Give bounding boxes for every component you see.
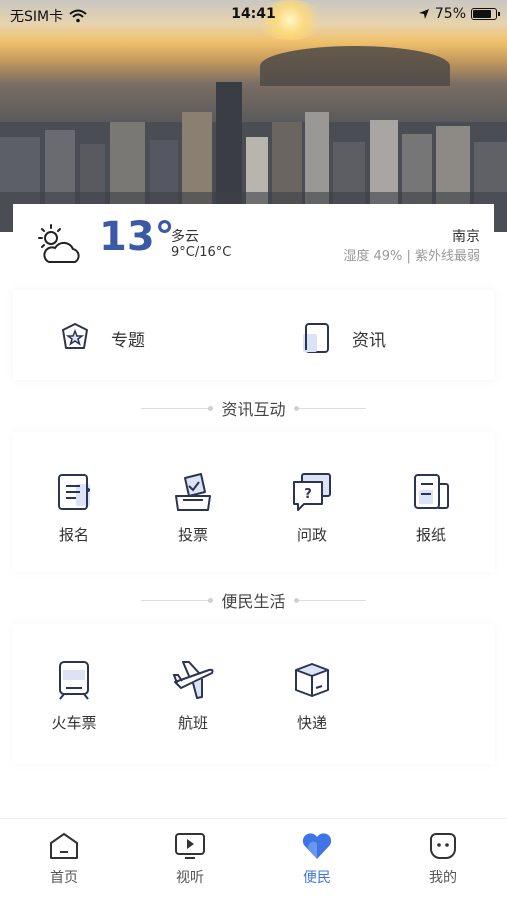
tab-label: 视听 — [176, 870, 204, 886]
grid-item-train-ticket[interactable]: 火车票 — [29, 658, 119, 733]
video-play-icon — [175, 833, 205, 859]
topic-label: 资讯 — [352, 330, 386, 351]
train-icon — [59, 661, 89, 700]
cloudy-sun-icon — [38, 224, 80, 263]
divider-line — [293, 597, 366, 603]
temperature-value: 13° — [99, 214, 175, 260]
tab-profile[interactable]: 我的 — [398, 831, 488, 887]
tab-label: 便民 — [303, 870, 331, 886]
bottom-tab-bar: 首页 视听 便民 我的 — [0, 818, 507, 900]
section-title-text: 资讯互动 — [221, 400, 286, 419]
battery-icon — [471, 8, 500, 20]
question-chat-icon: ? — [293, 473, 331, 511]
grid-item-label: 火车票 — [51, 714, 97, 732]
tab-label: 我的 — [429, 870, 457, 886]
battery-percent: 75% — [434, 6, 466, 22]
grid-item-flight[interactable]: 航班 — [148, 658, 238, 733]
weather-detail: 湿度 49% | 紫外线最弱 — [343, 249, 480, 264]
city-name: 南京 — [452, 229, 480, 245]
grid-item-newspaper[interactable]: 报纸 — [386, 470, 476, 545]
weather-card[interactable]: 13° 多云 9°C/16°C 南京 湿度 49% | 紫外线最弱 — [13, 204, 494, 280]
status-bar: 无SIM卡 14:41 75% — [0, 0, 507, 30]
grid-item-label: 投票 — [177, 526, 208, 544]
grid-item-label: 快递 — [296, 714, 327, 732]
temperature-range: 9°C/16°C — [171, 245, 232, 260]
divider-line — [141, 405, 214, 411]
profile-face-icon — [430, 833, 456, 859]
home-icon — [50, 833, 78, 859]
news-book-icon — [303, 323, 329, 353]
weather-condition: 多云 — [171, 229, 199, 245]
newspaper-icon — [414, 474, 449, 509]
topics-card: 专题 资讯 — [13, 290, 494, 380]
grid-item-signup[interactable]: 报名 — [29, 470, 119, 545]
heart-icon — [302, 833, 332, 859]
topic-news[interactable]: 资讯 — [298, 320, 386, 356]
divider-line — [293, 405, 366, 411]
section-title-life: 便民生活 — [0, 588, 507, 612]
shield-star-icon — [62, 323, 88, 349]
grid-item-vote[interactable]: 投票 — [148, 470, 238, 545]
tab-home[interactable]: 首页 — [19, 831, 109, 887]
topic-special[interactable]: 专题 — [57, 320, 145, 356]
section-title-interaction: 资讯互动 — [0, 396, 507, 420]
grid-item-label: 问政 — [296, 526, 327, 544]
grid-item-label: 航班 — [177, 714, 208, 732]
grid-item-inquiry[interactable]: ? 问政 — [267, 470, 357, 545]
airplane-icon — [172, 661, 214, 699]
ballot-box-icon — [175, 473, 211, 511]
tab-label: 首页 — [50, 870, 78, 886]
grid-item-label: 报纸 — [415, 526, 446, 544]
location-arrow-icon — [418, 9, 429, 19]
svg-text:?: ? — [304, 487, 312, 502]
interaction-grid: 报名 投票 ? 问政 报纸 — [13, 432, 494, 572]
battery-level-fill — [473, 10, 491, 18]
signup-form-icon — [58, 474, 90, 510]
grid-item-express[interactable]: 快递 — [267, 658, 357, 733]
section-title-text: 便民生活 — [221, 592, 286, 611]
grid-item-label: 报名 — [58, 526, 89, 544]
divider-line — [141, 597, 214, 603]
distant-hill — [260, 46, 450, 86]
hero-cityscape-image — [0, 0, 507, 232]
tab-video[interactable]: 视听 — [145, 831, 235, 887]
life-services-grid: 火车票 航班 快递 — [13, 624, 494, 764]
topic-label: 专题 — [111, 330, 145, 351]
tab-convenience[interactable]: 便民 — [272, 831, 362, 887]
package-box-icon — [295, 663, 329, 697]
